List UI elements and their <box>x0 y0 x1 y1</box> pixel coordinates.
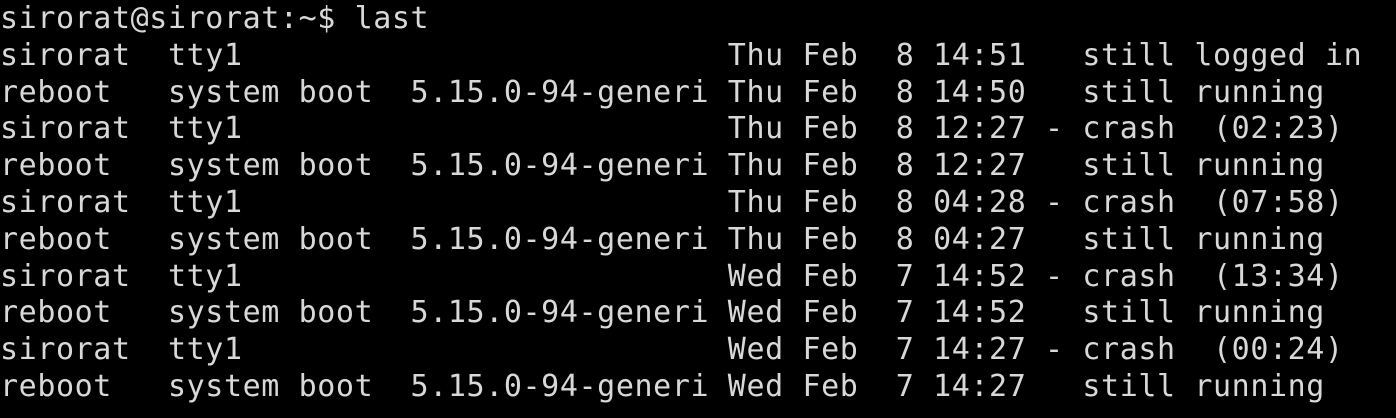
output-line: reboot system boot 5.15.0-94-generi Thu … <box>0 148 1325 184</box>
terminal-window[interactable]: sirorat@sirorat:~$ last sirorat tty1 Thu… <box>0 0 1396 418</box>
output-line: reboot system boot 5.15.0-94-generi Wed … <box>0 295 1325 331</box>
output-line: sirorat tty1 Thu Feb 8 04:28 - crash (07… <box>0 184 1344 220</box>
output-line: sirorat tty1 Thu Feb 8 12:27 - crash (02… <box>0 111 1344 147</box>
output-line: reboot system boot 5.15.0-94-generi Wed … <box>0 368 1325 404</box>
command-prompt-line: sirorat@sirorat:~$ last <box>0 1 430 36</box>
output-line: sirorat tty1 Wed Feb 7 14:52 - crash (13… <box>0 258 1344 294</box>
output-line: sirorat tty1 Thu Feb 8 14:51 still logge… <box>0 37 1363 73</box>
output-line: reboot system boot 5.15.0-94-generi Thu … <box>0 221 1325 257</box>
output-line: sirorat tty1 Wed Feb 7 14:27 - crash (00… <box>0 332 1344 368</box>
output-line: reboot system boot 5.15.0-94-generi Thu … <box>0 74 1325 110</box>
